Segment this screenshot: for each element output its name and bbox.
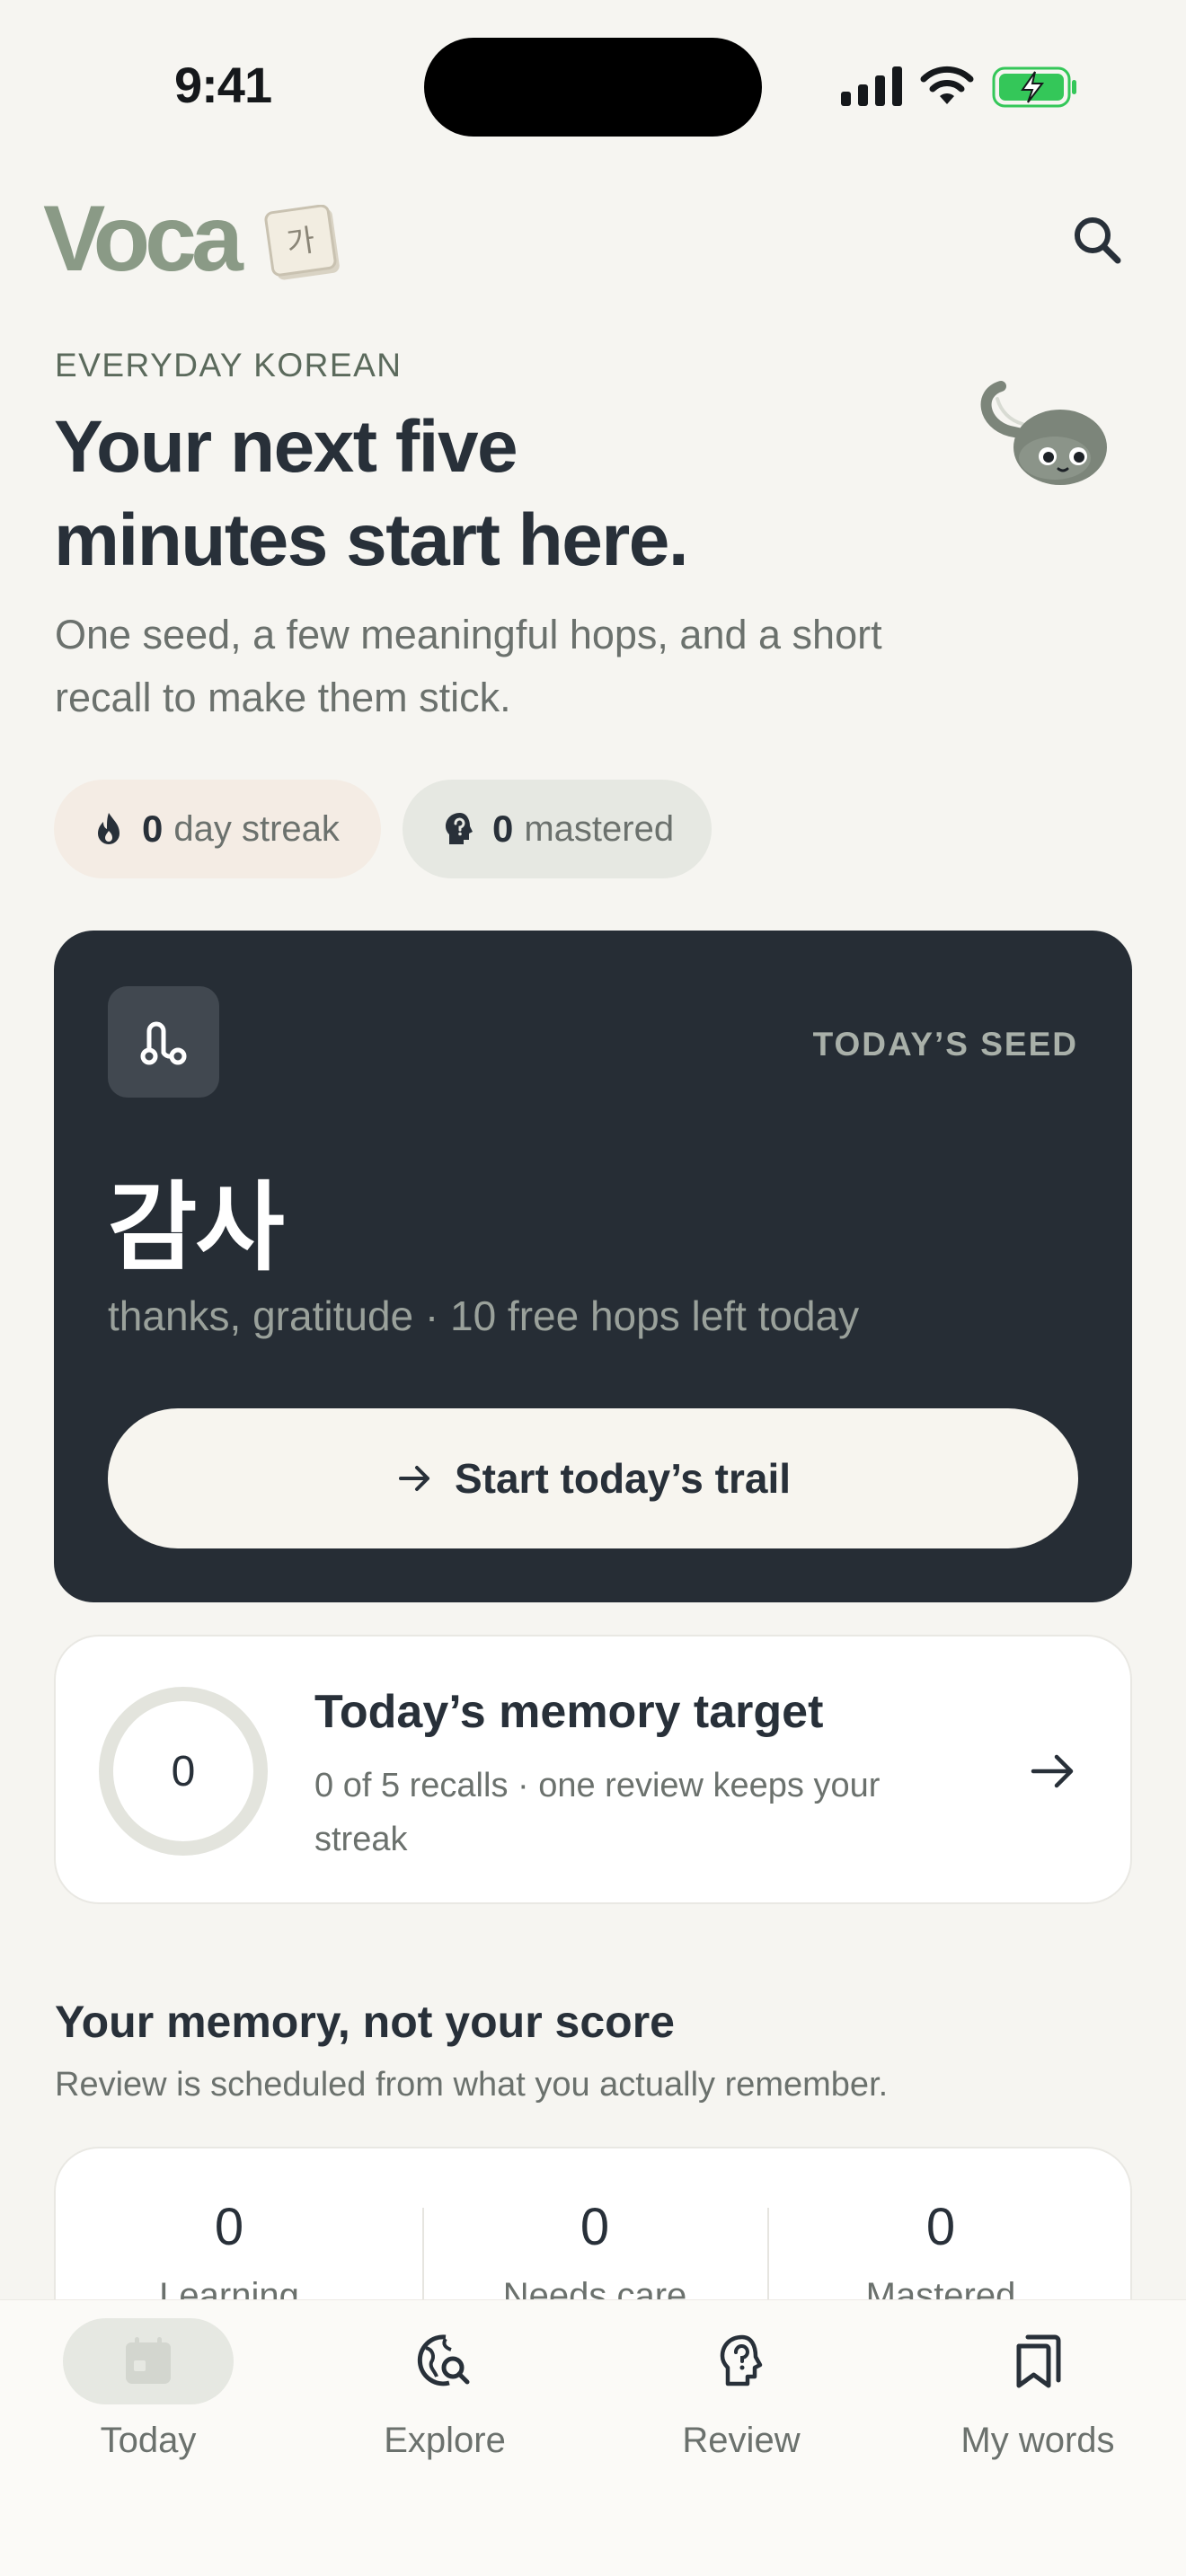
streak-pill: 0 day streak	[54, 780, 381, 878]
stat-value: 0	[925, 2198, 956, 2256]
seed-word: 감사	[108, 1172, 285, 1284]
status-bar: 9:41	[0, 0, 1186, 162]
memory-section-subtitle: Review is scheduled from what you actual…	[55, 2066, 889, 2104]
route-icon	[140, 1021, 187, 1065]
head-question-icon	[720, 2334, 763, 2386]
seed-meaning: thanks, gratitude · 10 free hops left to…	[108, 1292, 860, 1339]
wifi-icon	[920, 66, 974, 104]
tab-my-words-label: My words	[960, 2421, 1115, 2460]
hero-subtitle: One seed, a few meaningful hops, and a s…	[55, 612, 882, 720]
tab-explore-label: Explore	[384, 2421, 506, 2460]
hero-title: Your next five minutes start here.	[54, 401, 863, 587]
mastered-value: 0	[492, 807, 514, 850]
memory-section-title: Your memory, not your score	[55, 1997, 675, 2047]
hero-title-line-1: Your next five	[54, 406, 518, 488]
stat-value: 0	[580, 2198, 610, 2256]
streak-label: day streak	[173, 808, 340, 849]
streak-value: 0	[142, 807, 164, 850]
start-trail-label: Start today’s trail	[454, 1455, 792, 1502]
memory-target-title: Today’s memory target	[314, 1686, 824, 1738]
flame-icon	[98, 813, 119, 844]
dynamic-island	[424, 38, 762, 137]
tab-my-words-icon-wrap	[952, 2318, 1123, 2404]
todays-seed-card: TODAY’S SEED 감사 thanks, gratitude · 10 f…	[54, 931, 1132, 1602]
seed-label: TODAY’S SEED	[812, 1026, 1078, 1063]
arrow-right-icon	[1031, 1754, 1074, 1788]
stat-value: 0	[214, 2198, 244, 2256]
head-question-icon	[446, 813, 473, 844]
tab-today-label: Today	[100, 2421, 197, 2460]
bookmarks-icon	[1016, 2334, 1061, 2388]
hero-title-line-2: minutes start here.	[54, 499, 689, 581]
logo-wordmark: Voca	[43, 187, 243, 291]
memory-target-subtitle: 0 of 5 recalls · one review keeps your s…	[314, 1767, 881, 1858]
letter-tile-icon: 가	[264, 205, 340, 280]
battery-charging-icon	[992, 66, 1076, 108]
arrow-right-icon	[398, 1466, 429, 1491]
tab-review-icon-wrap	[656, 2318, 827, 2404]
tab-today-indicator	[63, 2318, 234, 2404]
bottom-tab-bar: Today Explore Review My words	[0, 2299, 1186, 2576]
tab-review-label: Review	[682, 2421, 801, 2460]
search-icon[interactable]	[1066, 208, 1130, 273]
app-logo: Voca 가	[43, 187, 340, 291]
progress-ring-value: 0	[171, 1747, 196, 1795]
logo-tile-char: 가	[284, 223, 317, 262]
cellular-signal-icon	[841, 66, 902, 106]
calendar-icon	[126, 2337, 171, 2384]
status-time: 9:41	[174, 57, 272, 113]
mastered-pill: 0 mastered	[403, 780, 712, 878]
tab-today[interactable]: Today	[0, 2300, 296, 2516]
hero-eyebrow: EVERYDAY KOREAN	[55, 347, 403, 384]
tadpole-mascot-icon	[980, 381, 1107, 485]
tab-explore[interactable]: Explore	[296, 2300, 593, 2516]
start-trail-button[interactable]: Start today’s trail	[108, 1408, 1078, 1548]
tab-my-words[interactable]: My words	[890, 2300, 1186, 2516]
globe-search-icon	[417, 2334, 470, 2386]
mastered-label: mastered	[524, 808, 675, 849]
tab-review[interactable]: Review	[593, 2300, 890, 2516]
tab-explore-icon-wrap	[359, 2318, 530, 2404]
route-icon-tile	[108, 986, 219, 1098]
memory-target-card[interactable]: 0 Today’s memory target 0 of 5 recalls ·…	[54, 1635, 1132, 1904]
